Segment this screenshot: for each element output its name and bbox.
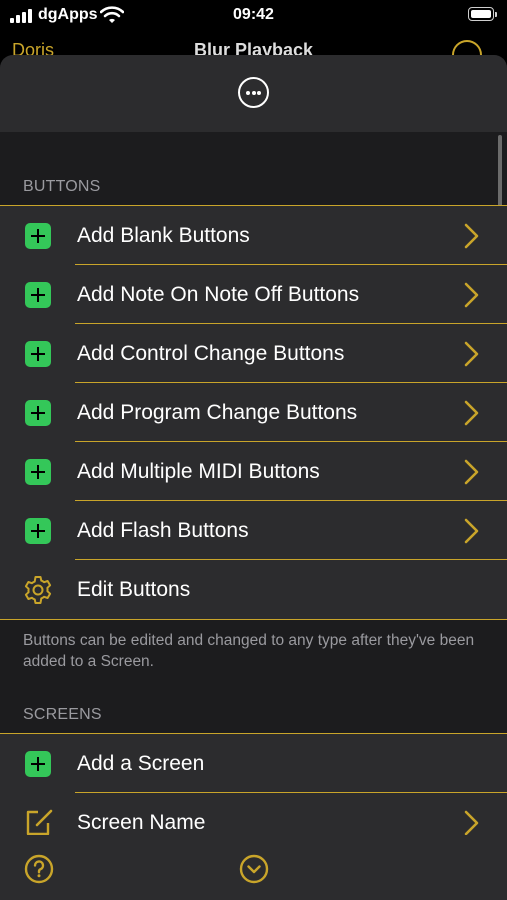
plus-square-icon <box>25 282 51 308</box>
chevron-right-icon <box>464 223 479 249</box>
plus-square-icon <box>25 223 51 249</box>
buttons-section-footer: Buttons can be edited and changed to any… <box>23 632 475 670</box>
chevron-right-icon <box>464 400 479 426</box>
chevron-right-icon <box>464 341 479 367</box>
add-program-change-buttons-row[interactable]: Add Program Change Buttons <box>0 383 507 442</box>
pencil-square-icon <box>26 809 53 836</box>
chevron-right-icon <box>464 810 479 836</box>
action-sheet: BUTTONS Add Blank Buttons Add Note On No… <box>0 55 507 900</box>
section-header-screens: SCREENS <box>23 706 102 723</box>
add-note-on-note-off-buttons-row[interactable]: Add Note On Note Off Buttons <box>0 265 507 324</box>
sheet-header <box>0 55 507 132</box>
add-a-screen-row[interactable]: Add a Screen <box>0 734 507 793</box>
chevron-right-icon <box>464 459 479 485</box>
section-divider <box>0 619 507 620</box>
plus-square-icon <box>25 751 51 777</box>
row-label: Add Flash Buttons <box>77 519 249 542</box>
battery-icon <box>468 7 497 21</box>
status-time: 09:42 <box>233 6 274 23</box>
plus-square-icon <box>25 518 51 544</box>
row-label: Add Program Change Buttons <box>77 401 358 424</box>
row-label: Add a Screen <box>77 752 205 775</box>
chevron-right-icon <box>464 518 479 544</box>
plus-square-icon <box>25 400 51 426</box>
chevron-down-circle-icon[interactable] <box>239 854 269 884</box>
edit-buttons-row[interactable]: Edit Buttons <box>0 560 507 619</box>
row-label: Add Multiple MIDI Buttons <box>77 460 320 483</box>
more-options-icon[interactable] <box>238 77 269 108</box>
plus-square-icon <box>25 459 51 485</box>
add-flash-buttons-row[interactable]: Add Flash Buttons <box>0 501 507 560</box>
plus-square-icon <box>25 341 51 367</box>
row-label: Add Note On Note Off Buttons <box>77 283 360 306</box>
bottom-toolbar <box>0 835 507 900</box>
help-circle-icon[interactable] <box>24 854 54 884</box>
add-multiple-midi-buttons-row[interactable]: Add Multiple MIDI Buttons <box>0 442 507 501</box>
gear-icon <box>24 576 52 604</box>
add-blank-buttons-row[interactable]: Add Blank Buttons <box>0 206 507 265</box>
row-label: Add Control Change Buttons <box>77 342 345 365</box>
section-header-buttons: BUTTONS <box>23 178 101 195</box>
row-label: Edit Buttons <box>77 578 191 601</box>
status-bar: dgApps 09:42 <box>0 0 507 32</box>
row-label: Add Blank Buttons <box>77 224 250 247</box>
chevron-right-icon <box>464 282 479 308</box>
add-control-change-buttons-row[interactable]: Add Control Change Buttons <box>0 324 507 383</box>
